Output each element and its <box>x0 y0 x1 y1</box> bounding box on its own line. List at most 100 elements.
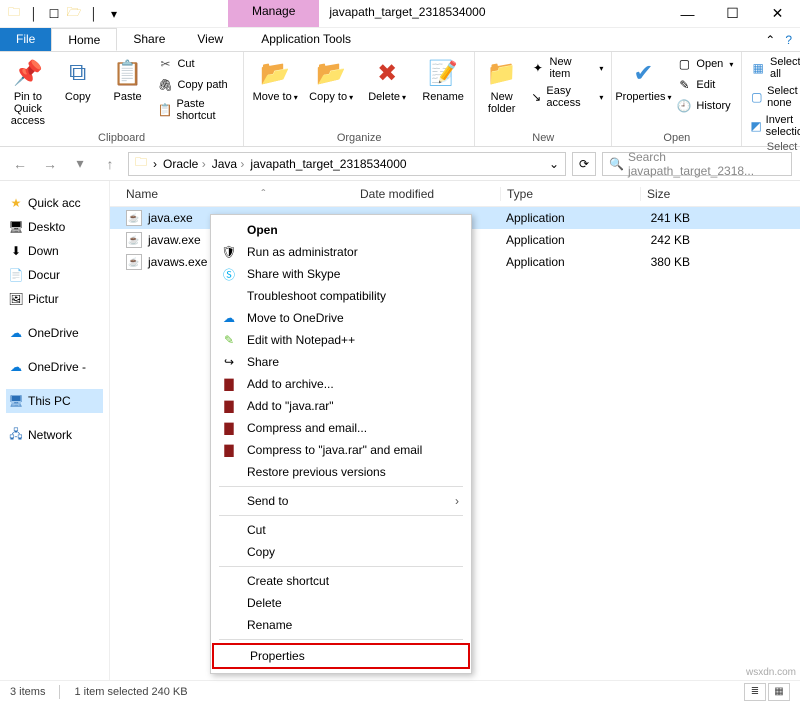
breadcrumb-2[interactable]: javapath_target_2318534000 <box>250 157 406 171</box>
qat-sep: │ <box>26 6 42 22</box>
history-button[interactable]: 🕘History <box>674 97 735 115</box>
ctx-restore-label: Restore previous versions <box>247 465 386 479</box>
maximize-button[interactable]: ☐ <box>710 0 755 27</box>
chevron-right-icon: › <box>455 494 459 508</box>
group-new: 📁New folder ✦New item▾ ↘Easy access▾ New <box>475 52 612 146</box>
selectall-icon: ▦ <box>750 60 766 76</box>
ctx-compress-javarar[interactable]: ▇Compress to "java.rar" and email <box>211 439 471 461</box>
window-controls: — ☐ ✕ <box>665 0 800 27</box>
status-bar: 3 items 1 item selected 240 KB ≣ ▦ <box>0 680 800 702</box>
move-to-button[interactable]: 📂Move to▾ <box>250 55 300 105</box>
tab-home[interactable]: Home <box>51 28 117 51</box>
scissors-icon: ✂ <box>157 56 173 72</box>
copy-path-button[interactable]: 🖇Copy path <box>155 76 237 94</box>
breadcrumb-0[interactable]: Oracle <box>163 157 206 171</box>
sidebar-item-this-pc[interactable]: 🖥This PC <box>6 389 103 413</box>
ctx-restore[interactable]: Restore previous versions <box>211 461 471 483</box>
checkbox-icon[interactable]: ☐ <box>46 6 62 22</box>
select-all-button[interactable]: ▦Select all <box>748 55 800 81</box>
invertsel-label: Invert selection <box>766 114 800 138</box>
tab-view[interactable]: View <box>181 28 239 51</box>
search-box[interactable]: 🔍 Search javapath_target_2318... <box>602 152 792 176</box>
ctx-archive[interactable]: ▇Add to archive... <box>211 373 471 395</box>
file-name-0: java.exe <box>148 211 193 225</box>
up-button[interactable]: ↑ <box>98 152 122 176</box>
forward-button[interactable]: → <box>38 152 62 176</box>
sidebar-item-onedrive[interactable]: ☁OneDrive <box>6 321 103 345</box>
ctx-onedrive[interactable]: ☁Move to OneDrive <box>211 307 471 329</box>
folder-open-icon[interactable]: 🗁 <box>66 6 82 22</box>
tab-file[interactable]: File <box>0 28 51 51</box>
selectnone-label: Select none <box>767 85 800 109</box>
help-button[interactable]: ? <box>785 33 792 47</box>
copy-label: Copy <box>65 91 91 103</box>
sort-indicator: ˆ <box>261 187 265 201</box>
open-button[interactable]: ▢Open▾ <box>674 55 735 73</box>
recent-dropdown[interactable]: ▾ <box>68 152 92 176</box>
sidebar-item-quick-access[interactable]: ★Quick acc <box>6 191 103 215</box>
addr-dropdown[interactable]: ⌄ <box>549 157 559 171</box>
rename-icon: 📝 <box>427 57 459 89</box>
new-item-button[interactable]: ✦New item▾ <box>528 55 605 81</box>
ctx-open-label: Open <box>247 223 278 237</box>
group-clipboard: 📌 Pin to Quick access ⧉ Copy 📋 Paste ✂Cu… <box>0 52 244 146</box>
cut-button[interactable]: ✂Cut <box>155 55 237 73</box>
column-headers[interactable]: Name ˆ Date modified Type Size <box>110 181 800 207</box>
ctx-notepad[interactable]: ✎Edit with Notepad++ <box>211 329 471 351</box>
ctx-delete[interactable]: Delete <box>211 592 471 614</box>
breadcrumb-1[interactable]: Java <box>212 157 245 171</box>
rename-button[interactable]: 📝Rename <box>418 55 468 105</box>
ctx-run-admin[interactable]: 🛡Run as administrator <box>211 241 471 263</box>
ctx-share[interactable]: ↪Share <box>211 351 471 373</box>
tab-application-tools[interactable]: Application Tools <box>245 28 367 51</box>
sidebar-item-onedrive-2[interactable]: ☁OneDrive - <box>6 355 103 379</box>
share-icon: ↪ <box>221 354 237 370</box>
close-button[interactable]: ✕ <box>755 0 800 27</box>
copy-button[interactable]: ⧉ Copy <box>56 55 100 105</box>
copy-to-button[interactable]: 📂Copy to▾ <box>306 55 356 105</box>
ctx-properties[interactable]: Properties <box>214 645 468 667</box>
address-bar[interactable]: 🗀 › Oracle Java javapath_target_23185340… <box>128 152 566 176</box>
paste-button[interactable]: 📋 Paste <box>106 55 150 105</box>
back-button[interactable]: ← <box>8 152 32 176</box>
delete-button[interactable]: ✖Delete▾ <box>362 55 412 105</box>
ctx-copy[interactable]: Copy <box>211 541 471 563</box>
tab-share[interactable]: Share <box>117 28 181 51</box>
pin-button[interactable]: 📌 Pin to Quick access <box>6 55 50 129</box>
ctx-shortcut[interactable]: Create shortcut <box>211 570 471 592</box>
sidebar-item-desktop[interactable]: 🖥Deskto <box>6 215 103 239</box>
file-size-0: 241 KB <box>640 211 800 225</box>
refresh-button[interactable]: ⟳ <box>572 152 596 176</box>
view-details-button[interactable]: ≣ <box>744 683 766 701</box>
ctx-cut[interactable]: Cut <box>211 519 471 541</box>
properties-button[interactable]: ✔Properties▾ <box>618 55 668 105</box>
sidebar-item-network[interactable]: 🖧Network <box>6 423 103 447</box>
ctx-skype[interactable]: ⓈShare with Skype <box>211 263 471 285</box>
window-title: javapath_target_2318534000 <box>319 0 665 27</box>
easy-access-button[interactable]: ↘Easy access▾ <box>528 84 605 110</box>
ctx-send-to[interactable]: Send to› <box>211 490 471 512</box>
copypath-label: Copy path <box>177 79 227 91</box>
select-none-button[interactable]: ▢Select none <box>748 84 800 110</box>
copyto-icon: 📂 <box>315 57 347 89</box>
open-label: Open <box>696 58 723 70</box>
exe-icon: ☕ <box>126 232 142 248</box>
paste-shortcut-button[interactable]: 📋Paste shortcut <box>155 97 237 123</box>
sidebar-item-pictures[interactable]: 🖼Pictur <box>6 287 103 311</box>
newfolder-icon: 📁 <box>486 57 518 89</box>
edit-button[interactable]: ✎Edit <box>674 76 735 94</box>
view-large-button[interactable]: ▦ <box>768 683 790 701</box>
sidebar-item-downloads[interactable]: ⬇Down <box>6 239 103 263</box>
ctx-javarar[interactable]: ▇Add to "java.rar" <box>211 395 471 417</box>
sidebar-item-documents[interactable]: 📄Docur <box>6 263 103 287</box>
qat-dropdown[interactable]: ▾ <box>106 6 122 22</box>
ctx-troubleshoot[interactable]: Troubleshoot compatibility <box>211 285 471 307</box>
invert-selection-button[interactable]: ◩ Invert selection <box>748 113 800 139</box>
minimize-button[interactable]: — <box>665 0 710 27</box>
invert-icon: ◩ <box>750 118 761 134</box>
ribbon-collapse-button[interactable]: ⌃ <box>765 33 775 47</box>
ctx-open[interactable]: Open <box>211 219 471 241</box>
new-folder-button[interactable]: 📁New folder <box>481 55 522 117</box>
ctx-compress-email[interactable]: ▇Compress and email... <box>211 417 471 439</box>
ctx-rename[interactable]: Rename <box>211 614 471 636</box>
